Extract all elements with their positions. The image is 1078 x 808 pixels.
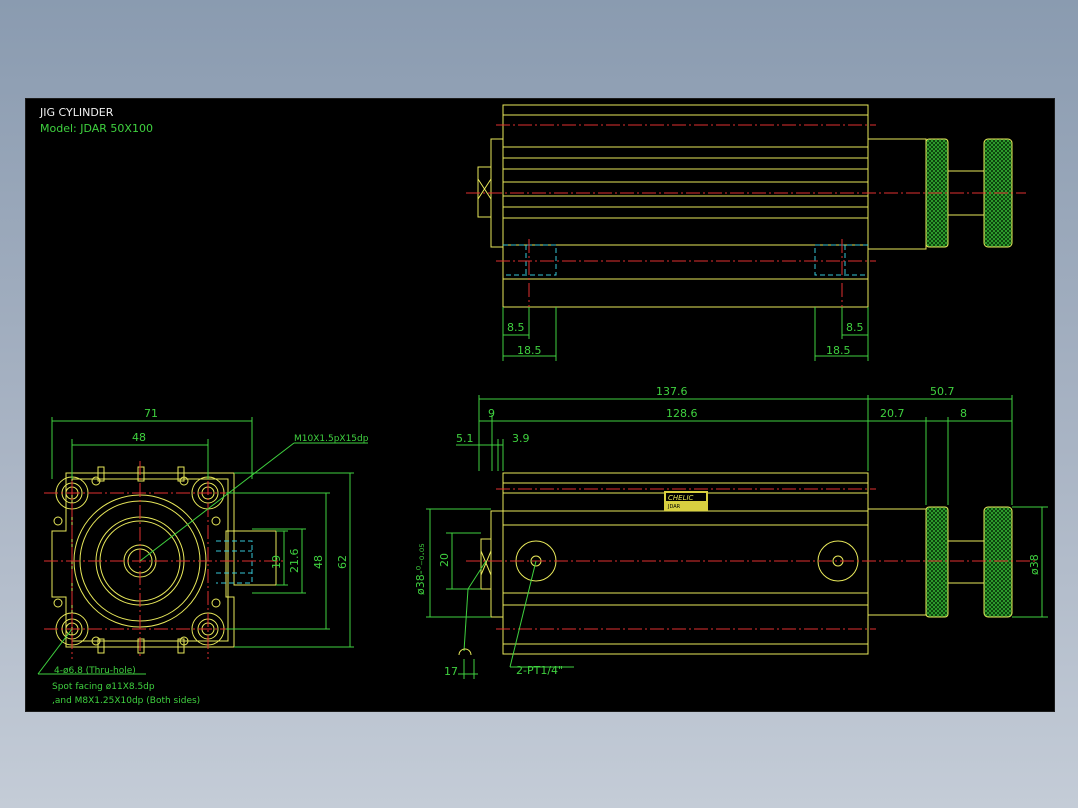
dim-end-62: 62 (336, 555, 349, 569)
dim-end-21-6: 21.6 (288, 549, 301, 574)
thread-callout: M10X1.5pX15dp (294, 434, 369, 444)
drawing-title: JIG CYLINDER (39, 106, 114, 119)
cad-drawing: JIG CYLINDER Model: JDAR 50X100 8.5 18.5… (37, 104, 1048, 706)
drawing-model: Model: JDAR 50X100 (40, 122, 153, 135)
dim-top-right-18-5: 18.5 (826, 344, 851, 357)
front-knurl-nut-right (983, 506, 1013, 618)
dim-end-width: 71 (144, 407, 158, 420)
dim-end-pitch: 48 (132, 431, 146, 444)
dim-body-length: 128.6 (666, 407, 698, 420)
end-view: 71 48 M10X1.5pX15dp 19 21.6 48 62 (37, 407, 369, 675)
dim-left-a: 5.1 (456, 432, 474, 445)
cad-drawing-viewport[interactable]: JIG CYLINDER Model: JDAR 50X100 8.5 18.5… (25, 98, 1055, 712)
front-knurl-nut-left (925, 506, 949, 618)
dim-end-48: 48 (312, 555, 325, 569)
dim-rod-extension: 50.7 (930, 385, 955, 398)
note-tap: ,and M8X1.25X10dp (Both sides) (52, 696, 200, 706)
label-plate-brand: CHELIC (668, 494, 694, 502)
front-view: CHELIC JDAR 137.6 50.7 9 128.6 20.7 8 5.… (414, 385, 1048, 679)
top-body-outline (502, 104, 869, 308)
top-view: 8.5 18.5 8.5 18.5 (466, 104, 1026, 361)
dim-rod-nut: 20.7 (880, 407, 905, 420)
dim-top-left-18-5: 18.5 (517, 344, 542, 357)
dim-bore-dia: ø38-⁰₋₀.₀₅ (414, 543, 427, 595)
dim-bottom-gap: 17 (444, 665, 458, 678)
dim-port-height: 20 (438, 553, 451, 567)
dim-nut-width: 8 (960, 407, 967, 420)
port-callout: 2-PT1/4" (516, 664, 563, 677)
dim-overall-length: 137.6 (656, 385, 688, 398)
dim-head-offset: 9 (488, 407, 495, 420)
note-spot-facing: Spot facing ø11X8.5dp (52, 682, 155, 692)
dim-top-right-8-5: 8.5 (846, 321, 864, 334)
note-thru-hole: 4-ø6.8 (Thru-hole) (54, 666, 136, 676)
dim-top-left-8-5: 8.5 (507, 321, 525, 334)
top-rod-housing (867, 138, 927, 250)
dim-rod-dia: ø38 (1028, 554, 1041, 575)
dim-left-b: 3.9 (512, 432, 530, 445)
label-plate-line2: JDAR (667, 504, 681, 510)
dim-end-19: 19 (270, 555, 283, 569)
